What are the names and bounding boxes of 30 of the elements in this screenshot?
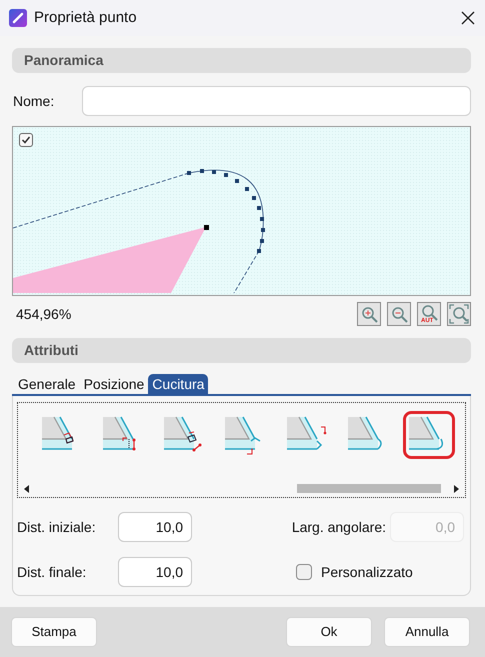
checkbox[interactable]: [296, 564, 312, 580]
tab[interactable]: Posizione: [80, 374, 148, 394]
seam-style-icon[interactable]: [402, 410, 455, 459]
field-label: Dist. iniziale:: [17, 518, 97, 535]
field-label: Nome:: [12, 92, 56, 109]
name-field[interactable]: [82, 86, 471, 116]
app-icon: [8, 8, 28, 28]
dialog-button[interactable]: Annulla: [384, 616, 470, 647]
field-label: Larg. angolare:: [292, 518, 386, 535]
number-field[interactable]: 10,0: [118, 556, 192, 587]
tab[interactable]: Cucitura: [148, 374, 208, 394]
zoom-in-button[interactable]: [357, 302, 381, 326]
check-icon: [21, 134, 31, 145]
zoom-level: 454,96%: [15, 306, 72, 322]
window-title: Proprietà punto: [34, 9, 138, 26]
field-label: Dist. finale:: [17, 564, 88, 580]
dialog-button[interactable]: Ok: [286, 616, 372, 647]
number-field[interactable]: 10,0: [118, 512, 192, 542]
section-header: Attributi: [12, 338, 471, 363]
tab[interactable]: Generale: [14, 374, 80, 394]
close-icon[interactable]: [461, 10, 475, 25]
scrollbar-thumb[interactable]: [297, 484, 441, 494]
zoom-out-button[interactable]: [387, 302, 411, 326]
checkbox[interactable]: [19, 132, 33, 147]
zoom-fit-button[interactable]: [447, 302, 471, 326]
scroll-right-icon[interactable]: [453, 484, 459, 493]
section-header: Panoramica: [12, 48, 471, 73]
scroll-left-icon[interactable]: [24, 484, 30, 493]
print-button[interactable]: Stampa: [11, 616, 97, 647]
checkbox-label: Personalizzato: [321, 564, 414, 580]
